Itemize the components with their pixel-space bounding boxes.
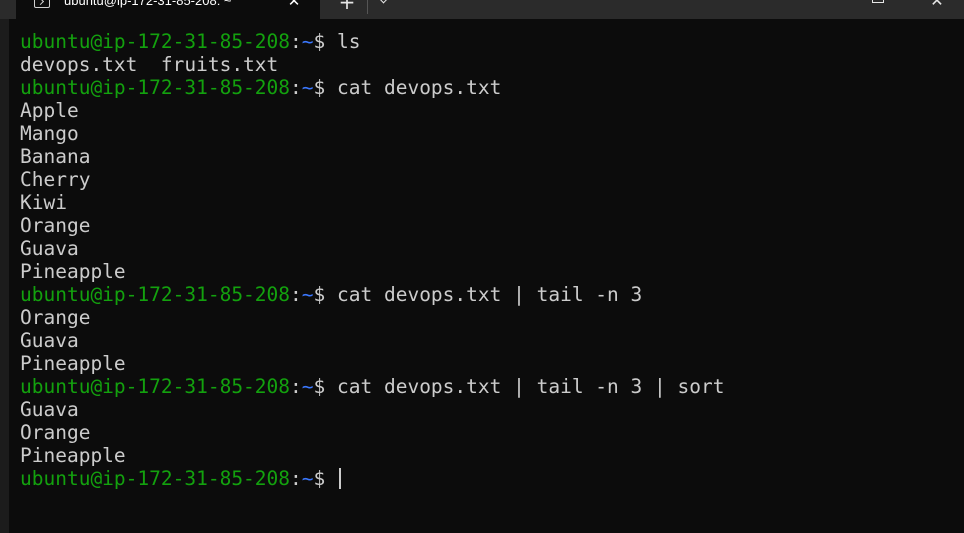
command-text: cat devops.txt: [337, 76, 502, 99]
output-line: Apple: [20, 99, 79, 122]
prompt-user-host: ubuntu@ip-172-31-85-208: [20, 283, 291, 306]
output-line: Mango: [20, 122, 79, 145]
prompt-line: ubuntu@ip-172-31-85-208:~$ cat devops.tx…: [20, 375, 960, 398]
tab-title: ubuntu@ip-172-31-85-208: ~: [64, 0, 232, 8]
title-bar: ubuntu@ip-172-31-85-208: ~ ✕ + ✕: [0, 0, 964, 20]
text-cursor: [339, 468, 342, 489]
prompt-line: ubuntu@ip-172-31-85-208:~$ ls: [20, 30, 960, 53]
prompt-line: ubuntu@ip-172-31-85-208:~$ cat devops.tx…: [20, 76, 960, 99]
output-line: Banana: [20, 145, 91, 168]
output-line: Kiwi: [20, 191, 67, 214]
prompt-separator: :: [290, 76, 302, 99]
prompt-user-host: ubuntu@ip-172-31-85-208: [20, 375, 291, 398]
output-line: Cherry: [20, 168, 91, 191]
prompt-path: ~: [301, 283, 314, 306]
chevron-down-icon[interactable]: [375, 0, 395, 10]
prompt-symbol: $: [313, 76, 338, 99]
prompt-user-host: ubuntu@ip-172-31-85-208: [20, 30, 291, 53]
prompt-symbol: $: [313, 283, 338, 306]
prompt-path: ~: [301, 375, 314, 398]
prompt-separator: :: [290, 375, 302, 398]
output-line: Orange: [20, 214, 91, 237]
command-text: cat devops.txt | tail -n 3: [337, 283, 643, 306]
prompt-separator: :: [290, 30, 302, 53]
output-line: Pineapple: [20, 260, 126, 283]
terminal-window: ubuntu@ip-172-31-85-208: ~ ✕ + ✕ ubuntu@…: [0, 0, 964, 533]
window-edge: [0, 19, 9, 533]
output-line: Guava: [20, 237, 79, 260]
tab-divider: [367, 0, 368, 14]
prompt-symbol: $: [313, 467, 338, 490]
command-text: ls: [337, 30, 361, 53]
prompt-path: ~: [301, 467, 314, 490]
terminal-icon: [34, 0, 50, 8]
prompt-symbol: $: [313, 375, 338, 398]
output-line: Pineapple: [20, 444, 126, 467]
prompt-line: ubuntu@ip-172-31-85-208:~$: [20, 467, 960, 490]
output-line: Orange: [20, 306, 91, 329]
close-icon[interactable]: ✕: [286, 0, 302, 9]
output-line: devops.txt fruits.txt: [20, 53, 279, 76]
prompt-path: ~: [301, 76, 314, 99]
output-line: Guava: [20, 329, 79, 352]
terminal-output[interactable]: ubuntu@ip-172-31-85-208:~$ ls devops.txt …: [20, 30, 960, 490]
output-line: Guava: [20, 398, 79, 421]
output-line: Pineapple: [20, 352, 126, 375]
tab-terminal[interactable]: ubuntu@ip-172-31-85-208: ~ ✕: [16, 0, 320, 20]
prompt-separator: :: [290, 467, 302, 490]
plus-icon[interactable]: +: [332, 0, 362, 12]
prompt-user-host: ubuntu@ip-172-31-85-208: [20, 467, 291, 490]
output-line: Orange: [20, 421, 91, 444]
prompt-user-host: ubuntu@ip-172-31-85-208: [20, 76, 291, 99]
prompt-line: ubuntu@ip-172-31-85-208:~$ cat devops.tx…: [20, 283, 960, 306]
close-window-icon[interactable]: ✕: [925, 0, 949, 10]
prompt-path: ~: [301, 30, 314, 53]
prompt-separator: :: [290, 283, 302, 306]
command-text: cat devops.txt | tail -n 3 | sort: [337, 375, 725, 398]
prompt-symbol: $: [313, 30, 338, 53]
maximize-icon[interactable]: [872, 0, 884, 3]
